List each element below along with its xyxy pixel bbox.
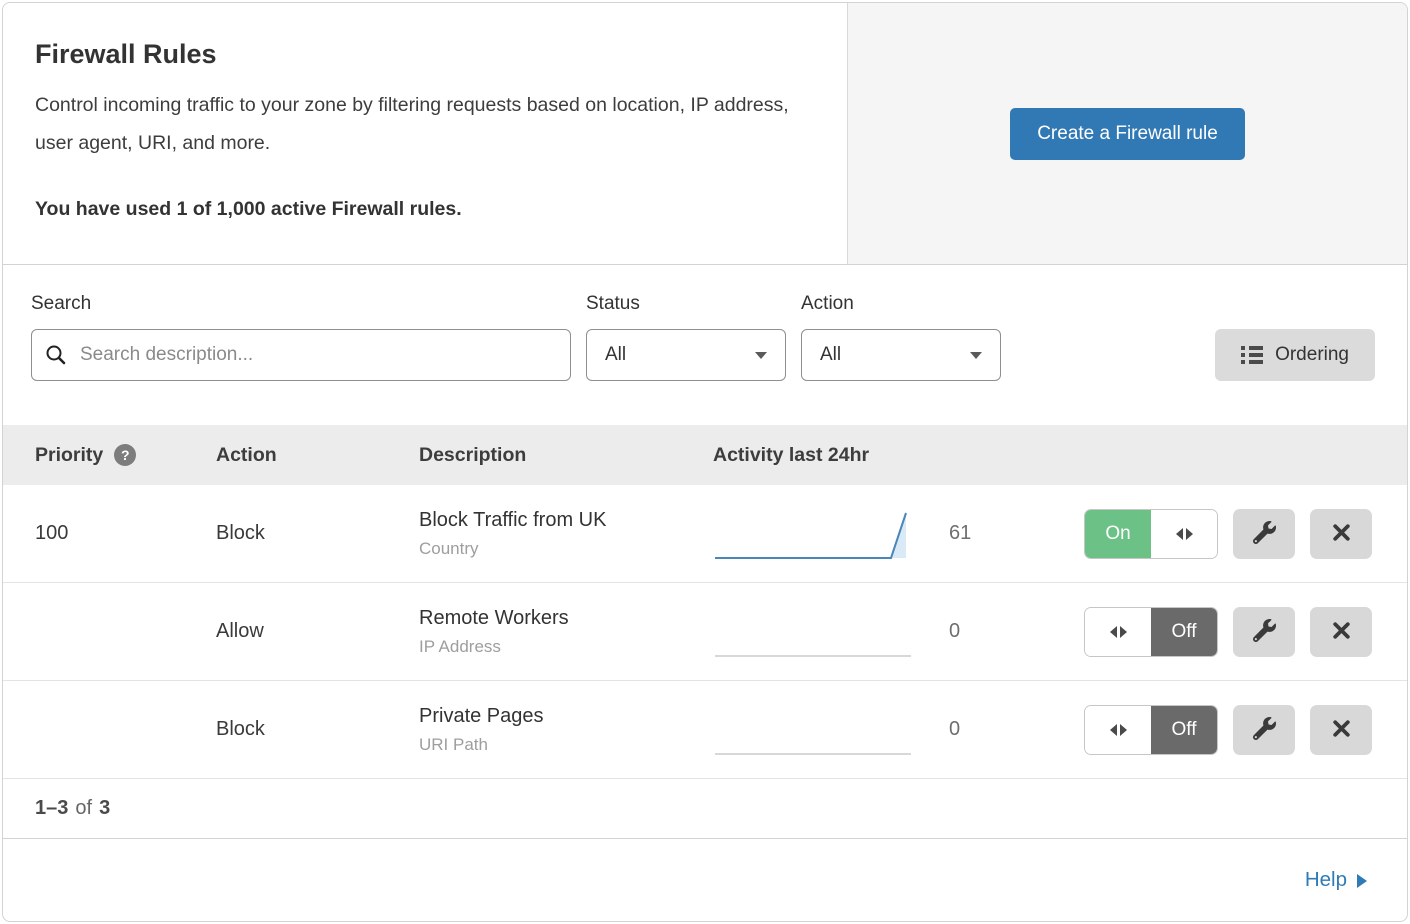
status-selected-value: All [605, 344, 626, 366]
toggle-state-label: Off [1151, 608, 1217, 656]
search-filter-group: Search [31, 293, 571, 381]
status-label: Status [586, 293, 786, 315]
header-section: Firewall Rules Control incoming traffic … [3, 3, 1407, 265]
edit-rule-button[interactable] [1233, 705, 1295, 755]
ordering-button-label: Ordering [1275, 344, 1349, 366]
close-icon [1331, 620, 1352, 644]
status-filter-group: Status All [586, 293, 786, 381]
toggle-drag-handle-icon[interactable] [1085, 608, 1151, 656]
wrench-icon [1253, 521, 1276, 547]
table-body: 100 Block Block Traffic from UK Country [3, 485, 1407, 779]
rule-description-cell: Private Pages URI Path [419, 705, 713, 755]
column-header-action: Action [216, 444, 419, 467]
table-row: 100 Block Block Traffic from UK Country [3, 485, 1407, 583]
rule-activity-cell: 0 [713, 604, 1084, 660]
column-header-priority: Priority [35, 444, 103, 467]
delete-rule-button[interactable] [1310, 607, 1372, 657]
rule-description-cell: Block Traffic from UK Country [419, 509, 713, 559]
rule-action: Allow [216, 620, 419, 643]
chevron-down-icon [970, 352, 982, 359]
rule-match-type: IP Address [419, 637, 713, 657]
delete-rule-button[interactable] [1310, 509, 1372, 559]
list-ordering-icon [1241, 346, 1263, 364]
search-icon [45, 344, 67, 371]
rule-enabled-toggle[interactable]: On [1084, 509, 1218, 559]
rule-enabled-toggle[interactable]: Off [1084, 705, 1218, 755]
chevron-down-icon [755, 352, 767, 359]
rule-action: Block [216, 718, 419, 741]
edit-rule-button[interactable] [1233, 607, 1295, 657]
page-description: Control incoming traffic to your zone by… [35, 86, 815, 162]
rule-controls-cell: Off [1084, 705, 1407, 755]
rule-priority: 100 [3, 522, 216, 545]
page-title: Firewall Rules [35, 39, 815, 70]
action-selected-value: All [820, 344, 841, 366]
column-header-description: Description [419, 444, 713, 467]
rule-name: Private Pages [419, 705, 713, 728]
toggle-drag-handle-icon[interactable] [1151, 510, 1217, 558]
rule-description-cell: Remote Workers IP Address [419, 607, 713, 657]
toggle-state-label: Off [1151, 706, 1217, 754]
activity-sparkline-flat [713, 702, 913, 758]
firewall-rules-card: Firewall Rules Control incoming traffic … [2, 2, 1408, 922]
help-bar: Help [3, 839, 1407, 921]
filter-bar: Search Status All Action [3, 265, 1407, 425]
delete-rule-button[interactable] [1310, 705, 1372, 755]
rule-enabled-toggle[interactable]: Off [1084, 607, 1218, 657]
action-filter-group: Action All [801, 293, 1001, 381]
rule-activity-cell: 61 [713, 506, 1084, 562]
rule-match-type: Country [419, 539, 713, 559]
toggle-drag-handle-icon[interactable] [1085, 706, 1151, 754]
edit-rule-button[interactable] [1233, 509, 1295, 559]
arrow-right-icon [1357, 874, 1367, 888]
search-input[interactable] [31, 329, 571, 381]
activity-sparkline-chart [713, 506, 913, 562]
toggle-state-label: On [1085, 510, 1151, 558]
rule-action: Block [216, 522, 419, 545]
close-icon [1331, 522, 1352, 546]
wrench-icon [1253, 717, 1276, 743]
rule-match-type: URI Path [419, 735, 713, 755]
rule-activity-cell: 0 [713, 702, 1084, 758]
column-header-activity: Activity last 24hr [713, 444, 1084, 467]
rule-controls-cell: On [1084, 509, 1407, 559]
create-firewall-rule-button[interactable]: Create a Firewall rule [1010, 108, 1245, 160]
search-label: Search [31, 293, 571, 315]
close-icon [1331, 718, 1352, 742]
pagination-range: 1–3 [35, 797, 68, 820]
help-link[interactable]: Help [1305, 868, 1367, 892]
rule-name: Block Traffic from UK [419, 509, 713, 532]
help-link-label: Help [1305, 868, 1347, 892]
header-action-panel: Create a Firewall rule [847, 3, 1407, 264]
wrench-icon [1253, 619, 1276, 645]
action-label: Action [801, 293, 1001, 315]
rule-controls-cell: Off [1084, 607, 1407, 657]
pagination-bar: 1–3 of 3 [3, 779, 1407, 839]
rule-name: Remote Workers [419, 607, 713, 630]
table-row: Allow Remote Workers IP Address 0 [3, 583, 1407, 681]
ordering-button[interactable]: Ordering [1215, 329, 1375, 381]
pagination-total: 3 [99, 797, 110, 820]
activity-count: 0 [949, 718, 960, 741]
status-select[interactable]: All [586, 329, 786, 381]
header-text-block: Firewall Rules Control incoming traffic … [3, 3, 847, 264]
activity-sparkline-flat [713, 604, 913, 660]
action-select[interactable]: All [801, 329, 1001, 381]
table-row: Block Private Pages URI Path 0 [3, 681, 1407, 779]
table-header-row: Priority ? Action Description Activity l… [3, 425, 1407, 485]
priority-help-icon[interactable]: ? [114, 444, 136, 466]
activity-count: 61 [949, 522, 971, 545]
activity-count: 0 [949, 620, 960, 643]
usage-summary: You have used 1 of 1,000 active Firewall… [35, 198, 815, 221]
pagination-of-label: of [75, 797, 92, 820]
